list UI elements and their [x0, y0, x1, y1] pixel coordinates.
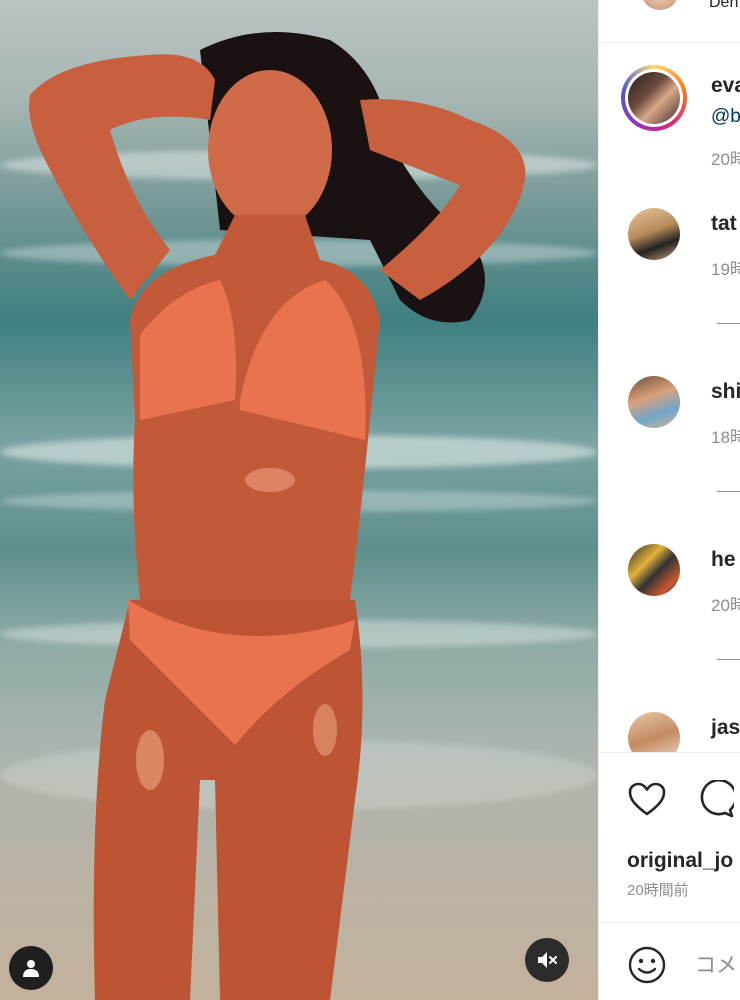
emoji-button[interactable] — [627, 945, 667, 985]
comment-item: jas — [599, 0, 740, 752]
emoji-icon — [628, 946, 666, 984]
post-media[interactable] — [0, 0, 598, 1000]
comments-panel: Den eva @b 20時 tat 19時 shi 18時 he 20時 ja… — [598, 0, 740, 1000]
heart-icon — [628, 782, 666, 816]
mute-button[interactable] — [525, 938, 569, 982]
user-icon — [23, 960, 39, 977]
comment-username[interactable]: jas — [711, 716, 740, 740]
poster-username[interactable]: original_jo — [627, 849, 733, 873]
like-button[interactable] — [627, 780, 667, 818]
avatar[interactable] — [628, 712, 680, 752]
comment-bubble-icon — [700, 780, 734, 818]
post-photo — [29, 32, 526, 1000]
comment-button[interactable] — [695, 780, 735, 818]
post-timestamp: 20時間前 — [627, 882, 689, 899]
add-comment-bar: コメ — [599, 922, 740, 1000]
comment-input[interactable]: コメ — [695, 949, 737, 979]
tagged-users-button[interactable] — [9, 946, 53, 990]
speaker-muted-icon — [538, 952, 557, 968]
